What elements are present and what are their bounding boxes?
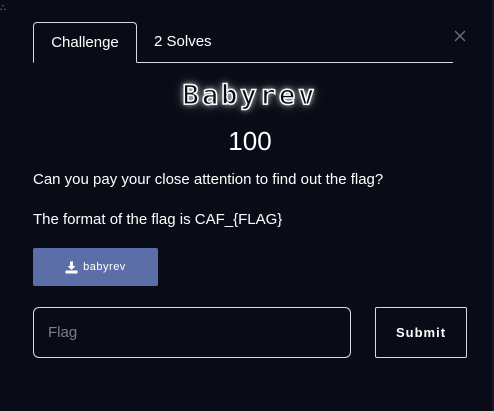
challenge-title: Babyrev: [182, 79, 318, 112]
download-icon: [65, 261, 78, 273]
corner-mark: ∴: [0, 3, 7, 14]
close-icon: [454, 30, 466, 42]
challenge-tabs: Challenge 2 Solves: [33, 22, 453, 63]
challenge-points: 100: [228, 126, 272, 156]
close-button[interactable]: [452, 28, 468, 44]
flag-input[interactable]: [33, 307, 351, 358]
challenge-description: Can you pay your close attention to find…: [33, 171, 384, 188]
download-file-button[interactable]: babyrev: [33, 248, 158, 286]
tab-solves[interactable]: 2 Solves: [154, 22, 212, 62]
download-file-label: babyrev: [83, 261, 126, 273]
submit-button[interactable]: Submit: [375, 307, 467, 358]
flag-format-note: The format of the flag is CAF_{FLAG}: [33, 211, 283, 228]
tab-challenge[interactable]: Challenge: [33, 22, 137, 63]
